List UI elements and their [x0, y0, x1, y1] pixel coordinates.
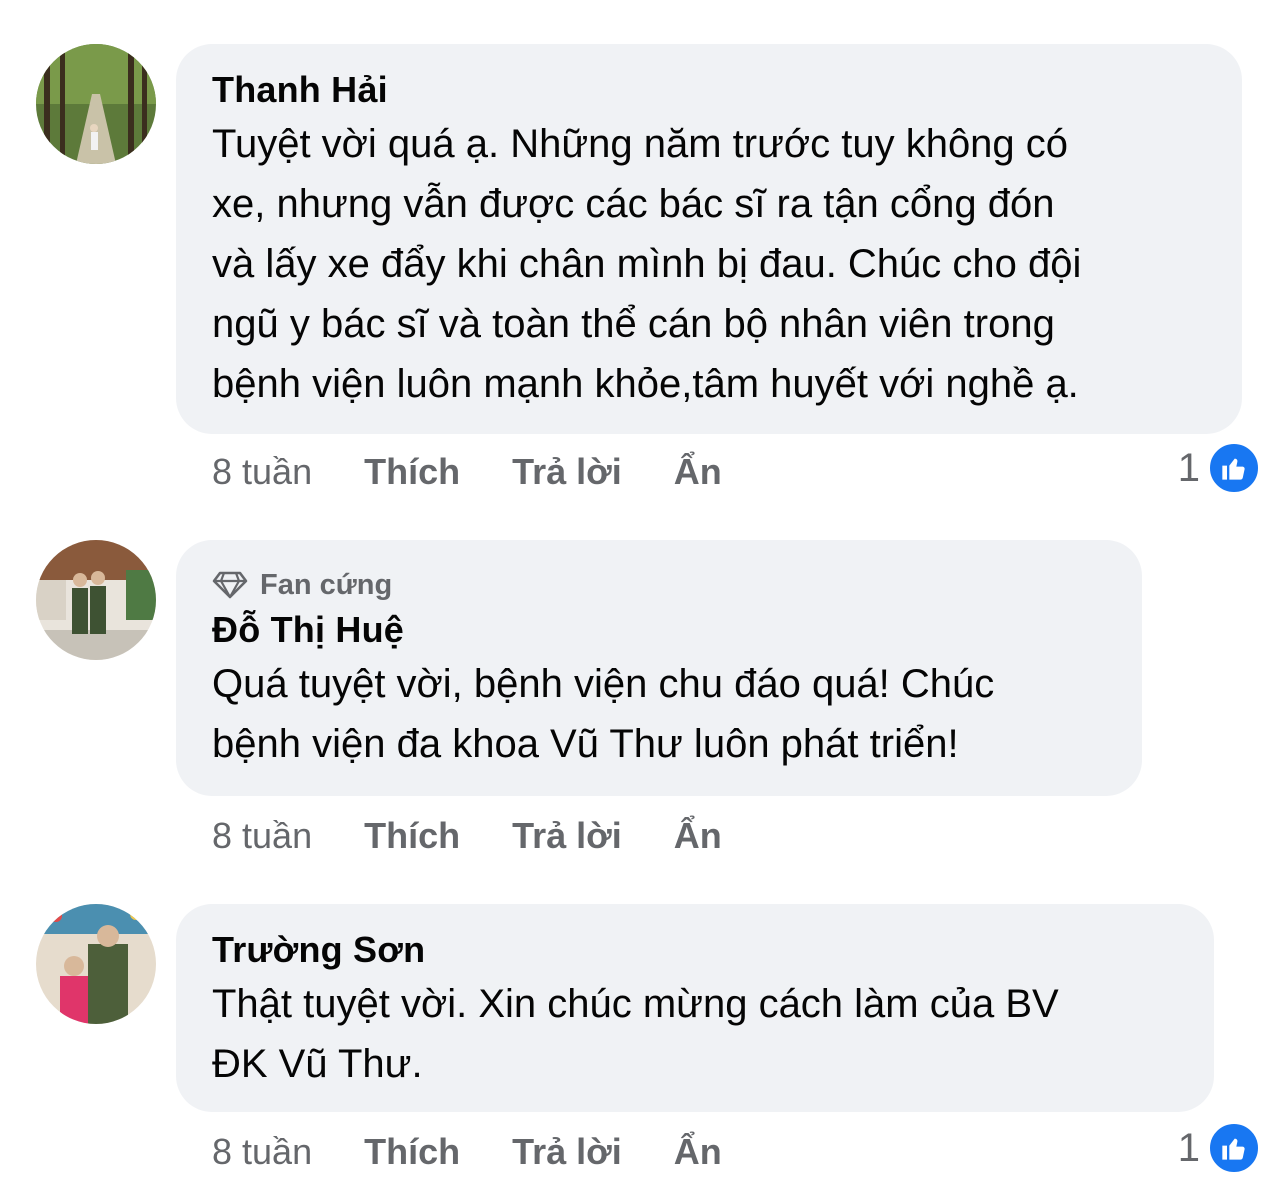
avatar[interactable]	[36, 44, 156, 164]
like-icon	[1208, 442, 1260, 494]
reply-button[interactable]: Trả lời	[512, 1131, 622, 1173]
comment-author[interactable]: Trường Sơn	[212, 930, 1178, 970]
comment-time[interactable]: 8 tuần	[212, 451, 312, 493]
hide-button[interactable]: Ẩn	[674, 815, 722, 857]
reaction-count: 1	[1177, 445, 1200, 490]
comment-text: Thật tuyệt vời. Xin chúc mừng cách làm c…	[212, 982, 1059, 1086]
reaction-count: 1	[1177, 1125, 1200, 1170]
like-icon	[1208, 1122, 1260, 1174]
comment-bubble: Fan cứng Đỗ Thị Huệ Quá tuyệt vời, bệnh …	[176, 540, 1142, 796]
top-fan-badge: Fan cứng	[212, 568, 1106, 602]
comment-time[interactable]: 8 tuần	[212, 815, 312, 857]
avatar[interactable]	[36, 540, 156, 660]
hide-button[interactable]: Ẩn	[674, 1131, 722, 1173]
reply-button[interactable]: Trả lời	[512, 451, 622, 493]
avatar[interactable]	[36, 904, 156, 1024]
reaction-summary[interactable]: 1	[1177, 442, 1260, 494]
reply-button[interactable]: Trả lời	[512, 815, 622, 857]
reaction-summary[interactable]: 1	[1177, 1122, 1260, 1174]
comment-author[interactable]: Thanh Hải	[212, 70, 1206, 110]
like-button[interactable]: Thích	[364, 451, 460, 493]
comment-author[interactable]: Đỗ Thị Huệ	[212, 610, 1106, 650]
comment-actions: 8 tuần Thích Trả lời Ẩn	[212, 814, 774, 858]
comment-text: Quá tuyệt vời, bệnh viện chu đáo quá! Ch…	[212, 662, 995, 766]
like-button[interactable]: Thích	[364, 815, 460, 857]
like-button[interactable]: Thích	[364, 1131, 460, 1173]
comment-time[interactable]: 8 tuần	[212, 1131, 312, 1173]
comment-actions: 8 tuần Thích Trả lời Ẩn	[212, 450, 774, 494]
hide-button[interactable]: Ẩn	[674, 451, 722, 493]
badge-label: Fan cứng	[260, 568, 393, 601]
comment-bubble: Trường Sơn Thật tuyệt vời. Xin chúc mừng…	[176, 904, 1214, 1112]
comment-text: Tuyệt vời quá ạ. Những năm trước tuy khô…	[212, 122, 1082, 406]
comment-actions: 8 tuần Thích Trả lời Ẩn	[212, 1130, 774, 1174]
comment-bubble: Thanh Hải Tuyệt vời quá ạ. Những năm trư…	[176, 44, 1242, 434]
diamond-icon	[212, 571, 248, 599]
